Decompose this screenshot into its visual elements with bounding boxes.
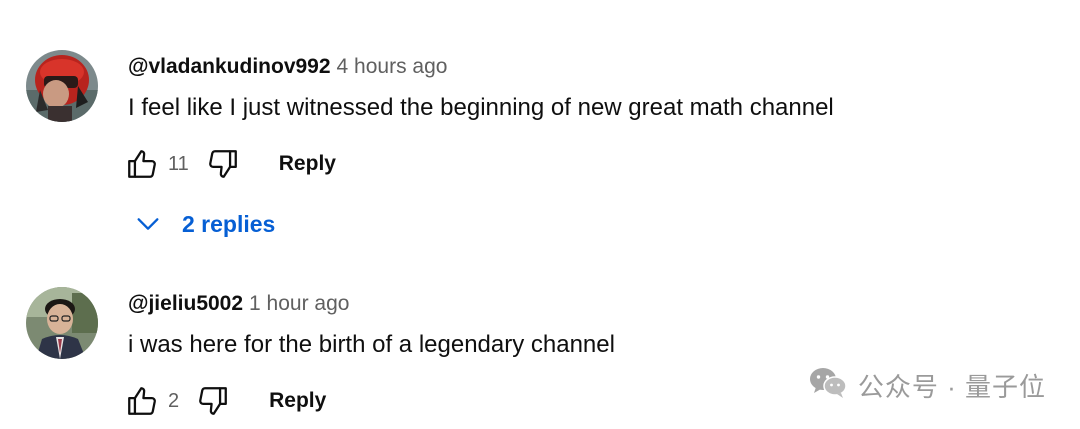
comment-timestamp[interactable]: 4 hours ago bbox=[337, 55, 448, 78]
comment-timestamp[interactable]: 1 hour ago bbox=[249, 292, 349, 315]
comment-author[interactable]: @jieliu5002 bbox=[128, 292, 243, 315]
comment-text: I feel like I just witnessed the beginni… bbox=[128, 94, 834, 121]
dislike-button[interactable] bbox=[203, 144, 243, 184]
dislike-button[interactable] bbox=[193, 381, 233, 421]
thumb-up-icon bbox=[128, 150, 156, 178]
like-count: 2 bbox=[168, 389, 180, 412]
avatar[interactable] bbox=[26, 50, 98, 122]
thumb-up-icon bbox=[128, 387, 156, 415]
thumb-down-icon bbox=[208, 150, 237, 178]
comments-section: @vladankudinov992 4 hours ago I feel like… bbox=[0, 0, 1080, 429]
like-button[interactable] bbox=[122, 144, 162, 184]
reply-button[interactable]: Reply bbox=[269, 389, 326, 413]
watermark: 公众号 · 量子位 bbox=[808, 365, 1046, 406]
thumb-down-icon bbox=[199, 387, 228, 415]
comment-author[interactable]: @vladankudinov992 bbox=[128, 55, 331, 78]
comment-body: @vladankudinov992 4 hours ago I feel like… bbox=[128, 50, 1080, 124]
comment-header: @jieliu5002 1 hour ago bbox=[128, 287, 1080, 321]
like-count: 11 bbox=[168, 152, 189, 175]
comment-body: @jieliu5002 1 hour ago i was here for the… bbox=[128, 287, 1080, 361]
avatar[interactable] bbox=[26, 287, 98, 359]
view-replies-button[interactable]: 2 replies bbox=[130, 202, 275, 246]
watermark-text: 公众号 · 量子位 bbox=[857, 372, 1046, 402]
chevron-down-icon bbox=[130, 206, 166, 242]
comment-actions: 2 Reply bbox=[122, 379, 326, 423]
like-button[interactable] bbox=[122, 381, 162, 421]
reply-button[interactable]: Reply bbox=[279, 152, 336, 176]
wechat-logo-icon bbox=[808, 365, 848, 406]
comment-text: i was here for the birth of a legendary … bbox=[128, 331, 615, 358]
replies-count-label: 2 replies bbox=[182, 210, 276, 237]
comment-actions: 11 Reply bbox=[122, 142, 336, 186]
comment-header: @vladankudinov992 4 hours ago bbox=[128, 50, 1080, 84]
